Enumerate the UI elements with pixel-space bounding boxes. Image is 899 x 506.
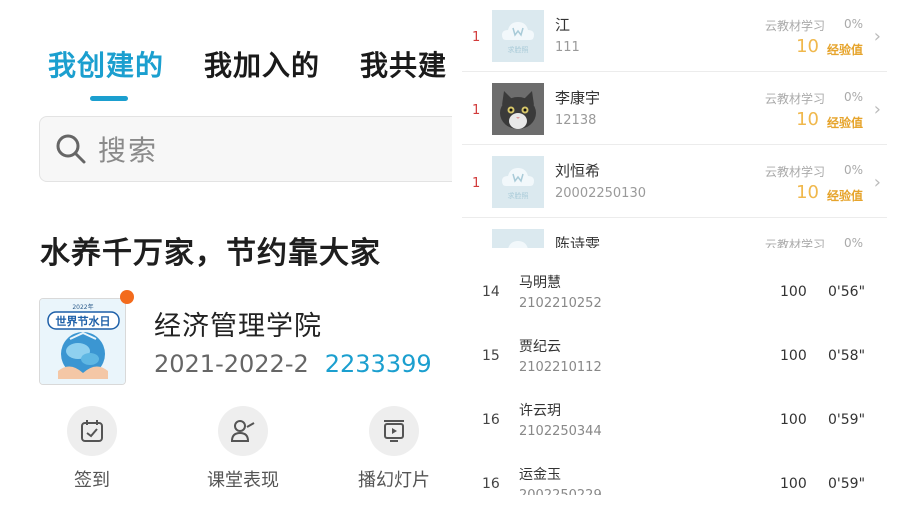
student-id: 12138 [555, 113, 597, 128]
ranking-position: 14 [482, 284, 500, 300]
experience-leaderboard: 1 求脸照 江 111 云教材学习 0% 10 经验值 › 1 李康宇 1213… [462, 0, 887, 248]
course-group-title: 水养千万家，节约靠大家 [40, 236, 381, 271]
student-name: 马明慧 [519, 275, 561, 291]
placeholder-text: 求脸照 [508, 45, 529, 54]
quiz-score: 100 [780, 412, 807, 428]
search-placeholder: 搜索 [98, 134, 159, 167]
student-id: 111 [555, 40, 580, 55]
leaderboard-rank: 1 [472, 176, 481, 191]
performance-icon-circle [218, 406, 268, 456]
ranking-position: 16 [482, 412, 500, 428]
ranking-row[interactable]: 16 运金玉 2002250229 100 0'59" [462, 448, 887, 495]
cloud-placeholder-icon: 求脸照 [492, 156, 544, 208]
course-thumbnail[interactable]: 2022年 世界节水日 [39, 298, 126, 385]
tab-shared[interactable]: 我共建 [360, 44, 447, 84]
chevron-right-icon[interactable]: › [874, 26, 881, 47]
world-water-day-logo: 2022年 世界节水日 [40, 299, 125, 384]
leaderboard-row[interactable]: 1 李康宇 12138 云教材学习 0% 10 经验值 › [462, 73, 887, 145]
ranking-row[interactable]: 16 许云玥 2102250344 100 0'59" [462, 384, 887, 448]
cloud-placeholder-icon [492, 229, 544, 248]
student-name: 许云玥 [519, 403, 561, 419]
avatar-placeholder: 求脸照 [492, 156, 544, 208]
ranking-position: 16 [482, 476, 500, 492]
quiz-score: 100 [780, 476, 807, 492]
student-id: 2002250229 [519, 488, 602, 495]
quiz-score: 100 [780, 348, 807, 364]
student-name: 贾纪云 [519, 339, 561, 355]
notification-badge [120, 290, 134, 304]
active-tab-indicator [90, 96, 128, 101]
student-name: 李康宇 [555, 89, 601, 107]
leaderboard-rank: 1 [472, 103, 481, 118]
avatar-placeholder [492, 229, 544, 248]
ranking-row[interactable]: 14 马明慧 2102210252 100 0'56" [462, 256, 887, 320]
tab-joined[interactable]: 我加入的 [204, 44, 320, 84]
student-id: 2102250344 [519, 424, 602, 439]
class-performance-button[interactable]: 课堂表现 [193, 406, 293, 492]
leaderboard-row[interactable]: 陈诗雯 云教材学习 0% [462, 219, 887, 248]
activity-source: 云教材学习 [764, 238, 825, 248]
student-name: 刘恒希 [555, 162, 601, 180]
activity-source: 云教材学习 [764, 19, 825, 33]
course-title[interactable]: 经济管理学院 [154, 304, 322, 343]
slideshow-label: 播幻灯片 [358, 470, 430, 491]
student-name: 运金玉 [519, 467, 561, 483]
chevron-right-icon[interactable]: › [874, 172, 881, 193]
logo-title: 世界节水日 [56, 314, 111, 328]
progress-percent: 0% [843, 17, 863, 31]
slideshow-button[interactable]: 播幻灯片 [344, 406, 444, 492]
slideshow-play-icon [384, 420, 404, 442]
tab-created[interactable]: 我创建的 [48, 44, 164, 84]
activity-source: 云教材学习 [764, 92, 825, 106]
calendar-check-icon [81, 420, 103, 442]
cat-photo-icon [492, 83, 544, 135]
student-name: 陈诗雯 [555, 235, 601, 248]
course-term: 2021-2022-2 [154, 350, 309, 378]
checkin-button[interactable]: 签到 [42, 406, 142, 492]
experience-score: 10 [796, 109, 819, 130]
user-presenting-icon [230, 420, 255, 442]
course-code[interactable]: 2233399 [325, 350, 432, 378]
placeholder-text: 求脸照 [508, 191, 529, 200]
student-name: 江 [555, 16, 571, 34]
answer-time: 0'58" [828, 348, 866, 364]
course-meta: 2021-2022-2 2233399 [154, 350, 432, 378]
ranking-position: 15 [482, 348, 500, 364]
activity-source: 云教材学习 [764, 165, 825, 179]
checkin-icon-circle [67, 406, 117, 456]
ranking-row[interactable]: 15 贾纪云 2102210112 100 0'58" [462, 320, 887, 384]
quiz-ranking-list: 14 马明慧 2102210252 100 0'56" 15 贾纪云 21022… [462, 250, 887, 495]
course-list-panel: 我创建的 我加入的 我共建 搜索 水养千万家，节约靠大家 2022年 世界节水日… [0, 0, 452, 506]
answer-time: 0'59" [828, 412, 866, 428]
student-id: 2102210252 [519, 296, 602, 311]
experience-unit: 经验值 [826, 189, 863, 203]
experience-unit: 经验值 [826, 116, 863, 130]
slideshow-icon-circle [369, 406, 419, 456]
leaderboard-row[interactable]: 1 求脸照 刘恒希 20002250130 云教材学习 0% 10 经验值 › [462, 146, 887, 218]
experience-unit: 经验值 [826, 43, 863, 57]
leaderboard-row[interactable]: 1 求脸照 江 111 云教材学习 0% 10 经验值 › [462, 0, 887, 72]
checkin-label: 签到 [74, 470, 110, 491]
chevron-right-icon[interactable]: › [874, 99, 881, 120]
leaderboard-rank: 1 [472, 30, 481, 45]
student-id: 2102210112 [519, 360, 602, 375]
quiz-score: 100 [780, 284, 807, 300]
avatar-placeholder: 求脸照 [492, 10, 544, 62]
search-icon [56, 134, 86, 164]
experience-score: 10 [796, 36, 819, 57]
student-id: 20002250130 [555, 186, 646, 201]
search-input[interactable]: 搜索 [39, 116, 452, 182]
progress-percent: 0% [843, 236, 863, 248]
performance-label: 课堂表现 [207, 470, 279, 491]
logo-year: 2022年 [72, 303, 93, 311]
progress-percent: 0% [843, 90, 863, 104]
experience-score: 10 [796, 182, 819, 203]
answer-time: 0'56" [828, 284, 866, 300]
cloud-placeholder-icon: 求脸照 [492, 10, 544, 62]
answer-time: 0'59" [828, 476, 866, 492]
tab-bar: 我创建的 我加入的 我共建 [48, 44, 447, 84]
avatar-photo [492, 83, 544, 135]
progress-percent: 0% [843, 163, 863, 177]
